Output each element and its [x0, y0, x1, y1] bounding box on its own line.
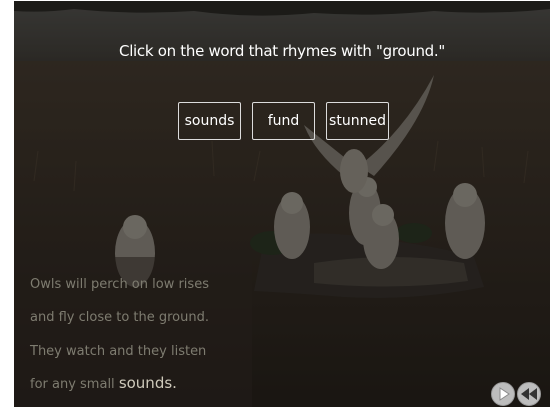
question-prompt: Click on the word that rhymes with "grou… [119, 42, 445, 60]
story-text-panel: Owls will perch on low rises and fly clo… [14, 257, 252, 407]
choice-stunned-button[interactable]: stunned [326, 102, 389, 140]
story-highlight-word: sounds. [118, 374, 177, 392]
play-icon [499, 387, 510, 401]
play-button[interactable] [491, 382, 515, 406]
rewind-button[interactable] [517, 382, 541, 406]
choice-fund-button[interactable]: fund [252, 102, 315, 140]
story-line-4-prefix: for any small [30, 377, 119, 392]
activity-stage: Click on the word that rhymes with "grou… [14, 1, 550, 407]
story-line-4: for any small sounds. [30, 374, 177, 392]
story-line-2: and fly close to the ground. [30, 310, 209, 325]
choice-sounds-button[interactable]: sounds [178, 102, 241, 140]
story-line-3: They watch and they listen [30, 344, 207, 359]
story-line-1: Owls will perch on low rises [30, 277, 209, 292]
rewind-icon [521, 388, 537, 400]
